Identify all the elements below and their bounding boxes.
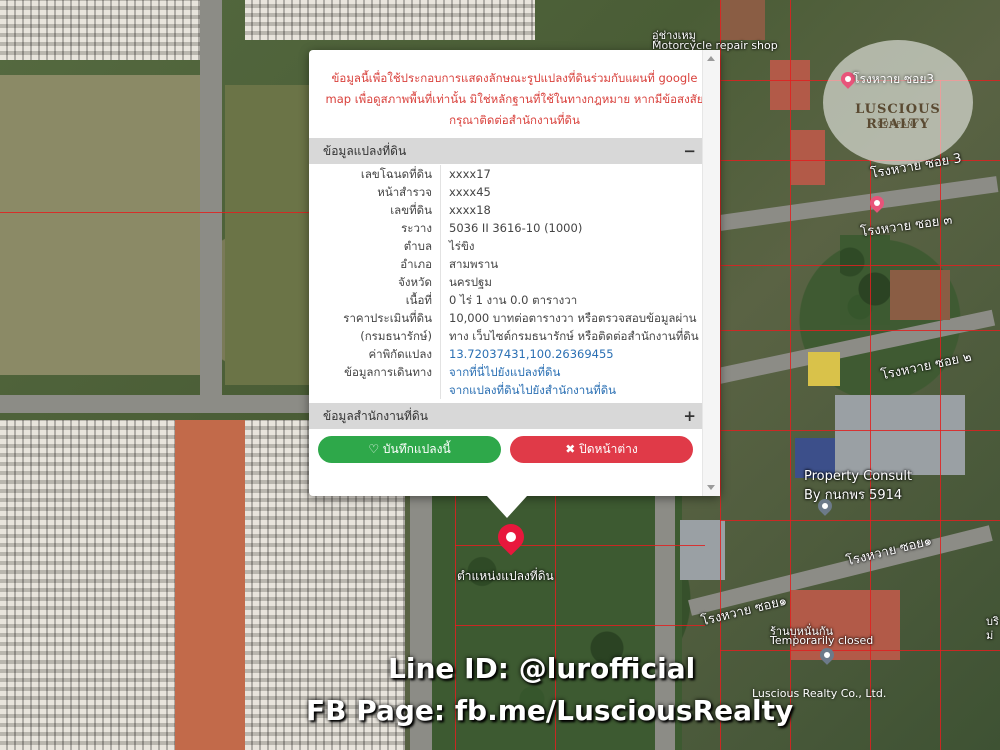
info-row: เลขโฉนดที่ดิน xxxx17 (309, 165, 702, 183)
building (808, 352, 840, 386)
parcel-boundary (940, 80, 941, 750)
map-label: Temporarily closed (770, 634, 874, 647)
info-key: ราคาประเมินที่ดิน (309, 309, 441, 327)
map-label: ม่ (986, 629, 994, 642)
info-value: นครปฐม (449, 275, 492, 289)
info-key: เลขโฉนดที่ดิน (309, 165, 441, 183)
parcel-boundary (720, 265, 1000, 266)
info-value: สามพราน (449, 257, 499, 271)
info-key: จังหวัด (309, 273, 441, 291)
parcel-boundary (0, 212, 310, 213)
info-value: xxxx17 (449, 167, 491, 181)
watermark-company: Luscious Realty Co., Ltd. (752, 687, 887, 700)
info-key: ค่าพิกัดแปลง (309, 345, 441, 363)
watermark-fb-page: FB Page: fb.me/LusciousRealty (306, 694, 794, 727)
info-row: ค่าพิกัดแปลง 13.72037431,100.26369455 (309, 345, 702, 363)
building (680, 520, 725, 580)
parcel-boundary (720, 430, 1000, 431)
cemetery-area (245, 0, 535, 40)
parcel-boundary (720, 0, 721, 750)
info-row: ราคาประเมินที่ดิน 10,000 บาทต่อตารางวา หร… (309, 309, 702, 327)
building (790, 130, 825, 185)
parcel-boundary (455, 545, 705, 546)
info-value: 10,000 บาทต่อตารางวา หรือตรวจสอบข้อมูลผ่… (449, 311, 697, 325)
section-land-office[interactable]: ข้อมูลสำนักงานที่ดิน + (309, 403, 702, 429)
info-row: จังหวัด นครปฐม (309, 273, 702, 291)
temple-path (175, 420, 245, 750)
cemetery-area (0, 0, 205, 60)
tree-area (840, 235, 890, 325)
parcel-boundary (870, 160, 871, 750)
info-row: หน้าสำรวจ xxxx45 (309, 183, 702, 201)
info-row: เนื้อที่ 0 ไร่ 1 งาน 0.0 ตารางวา (309, 291, 702, 309)
disclaimer-notice: ข้อมูลนี้เพื่อใช้ประกอบการแสดงลักษณะรูปแ… (325, 71, 704, 127)
field-area (225, 85, 310, 385)
watermark-line-id: Line ID: @lurofficial (388, 652, 696, 685)
company-logo: โรงหวาย ซอย3 LUSCIOUS REALTY COMPANY (823, 40, 973, 165)
field-area (0, 75, 200, 375)
info-key: เลขที่ดิน (309, 201, 441, 219)
info-key: อำเภอ (309, 255, 441, 273)
info-key: ระวาง (309, 219, 441, 237)
close-window-button[interactable]: ✖ ปิดหน้าต่าง (510, 436, 693, 463)
parcel-location-label: ตำแหน่งแปลงที่ดิน (457, 569, 554, 583)
building (835, 395, 965, 475)
logo-pin-label: โรงหวาย ซอย3 (853, 72, 934, 86)
info-key (309, 381, 441, 399)
info-value: xxxx45 (449, 185, 491, 199)
scroll-down-icon[interactable] (707, 485, 715, 490)
info-key: เนื้อที่ (309, 291, 441, 309)
parcel-info-popup: × ข้อมูลนี้เพื่อใช้ประกอบการแสดงลักษณะรู… (309, 50, 720, 518)
info-row: จากแปลงที่ดินไปยังสำนักงานที่ดิน (309, 381, 702, 399)
parcel-boundary (455, 625, 705, 626)
section-parcel-info[interactable]: ข้อมูลแปลงที่ดิน − (309, 138, 702, 164)
parcel-boundary (720, 330, 1000, 331)
parcel-boundary (720, 520, 1000, 521)
info-row: ระวาง 5036 II 3616-10 (1000) (309, 219, 702, 237)
info-key: หน้าสำรวจ (309, 183, 441, 201)
parcel-info-table: เลขโฉนดที่ดิน xxxx17 หน้าสำรวจ xxxx45 เลขที่… (309, 165, 702, 399)
info-key: ข้อมูลการเดินทาง (309, 363, 441, 381)
info-key: ตำบล (309, 237, 441, 255)
info-value: 5036 II 3616-10 (1000) (449, 221, 583, 235)
popup-scrollbar[interactable] (702, 50, 720, 496)
scroll-up-icon[interactable] (707, 56, 715, 61)
save-parcel-button[interactable]: ♡ บันทึกแปลงนี้ (318, 436, 501, 463)
road (200, 0, 222, 410)
parcel-boundary (720, 650, 1000, 651)
info-row: ตำบล ไร่ขิง (309, 237, 702, 255)
info-value: xxxx18 (449, 203, 491, 217)
info-value: ทาง เว็บไซต์กรมธนารักษ์ หรือติดต่อสำนักง… (449, 329, 699, 343)
section-title: ข้อมูลแปลงที่ดิน (323, 144, 407, 158)
building (720, 0, 765, 40)
info-link[interactable]: จากที่นี่ไปยังแปลงที่ดิน (441, 363, 560, 381)
info-value: 0 ไร่ 1 งาน 0.0 ตารางวา (449, 293, 578, 307)
info-row: ข้อมูลการเดินทาง จากที่นี่ไปยังแปลงที่ดิน (309, 363, 702, 381)
info-link[interactable]: จากแปลงที่ดินไปยังสำนักงานที่ดิน (441, 381, 616, 399)
collapse-icon[interactable]: − (683, 138, 696, 164)
info-row: อำเภอ สามพราน (309, 255, 702, 273)
info-value: ไร่ขิง (449, 239, 475, 253)
info-row: เลขที่ดิน xxxx18 (309, 201, 702, 219)
map-label: โรงหวาย ซอย ๒ (879, 349, 973, 384)
logo-subtitle: COMPANY (877, 120, 919, 128)
info-link[interactable]: 13.72037431,100.26369455 (441, 345, 614, 363)
building (890, 270, 950, 320)
info-key: (กรมธนารักษ์) (309, 327, 441, 345)
info-row: (กรมธนารักษ์) ทาง เว็บไซต์กรมธนารักษ์ หรื… (309, 327, 702, 345)
expand-icon[interactable]: + (683, 403, 696, 429)
map-label: Property Consult (804, 469, 913, 484)
section-title: ข้อมูลสำนักงานที่ดิน (323, 409, 428, 423)
cemetery-area (0, 420, 175, 750)
